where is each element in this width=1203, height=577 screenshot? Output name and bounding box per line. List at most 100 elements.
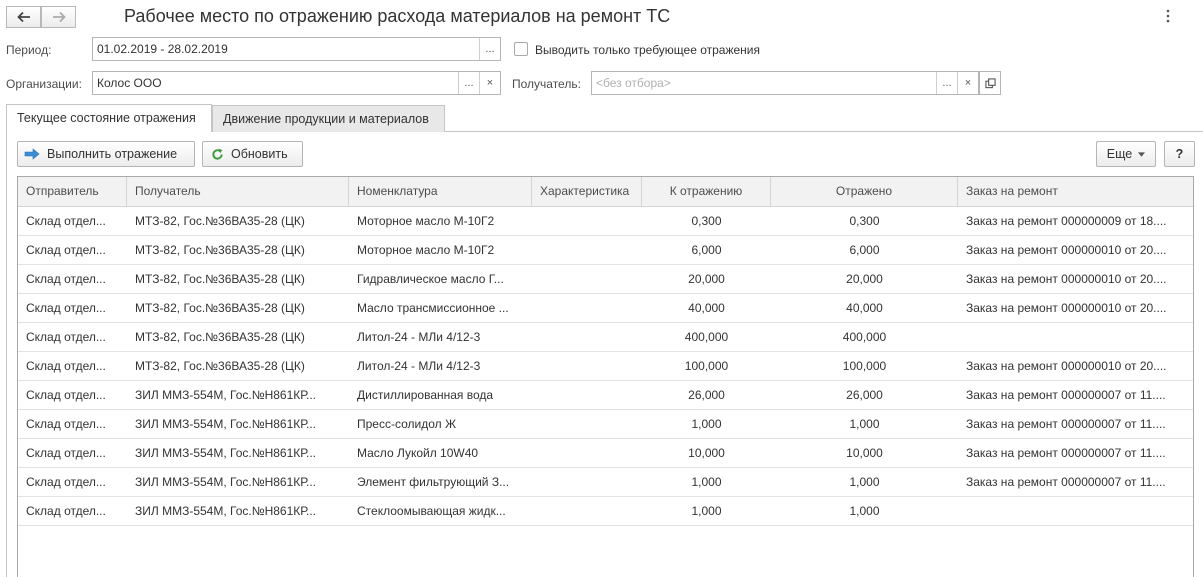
organization-clear-button[interactable]: × — [479, 72, 500, 94]
recipient-label: Получатель: — [512, 77, 581, 91]
reflection-table[interactable]: Отправитель Получатель Номенклатура Хара… — [17, 176, 1194, 577]
table-row[interactable]: Склад отдел... МТЗ-82, Гос.№36ВА35-28 (ЦК… — [18, 265, 1193, 294]
column-header-to-reflect[interactable]: К отражению — [642, 177, 771, 207]
cell-repair-order: Заказ на ремонт 000000007 от 11.... — [966, 475, 1166, 489]
cell-nomenclature: Литол-24 - МЛи 4/12-3 — [357, 330, 481, 344]
recipient-select-button[interactable]: ... — [936, 72, 957, 94]
period-field[interactable]: 01.02.2019 - 28.02.2019 ... — [92, 37, 501, 61]
table-row[interactable]: Склад отдел... МТЗ-82, Гос.№36ВА35-28 (ЦК… — [18, 352, 1193, 381]
column-header-reflected[interactable]: Отражено — [771, 177, 958, 207]
organization-value: Колос ООО — [97, 76, 162, 90]
cell-nomenclature: Гидравлическое масло Г... — [357, 272, 504, 286]
cell-reflected: 1,000 — [849, 475, 880, 489]
cell-sender: Склад отдел... — [26, 475, 106, 489]
cell-to-reflect: 100,000 — [684, 359, 729, 373]
open-window-icon — [984, 77, 996, 88]
cell-repair-order: Заказ на ремонт 000000010 от 20.... — [966, 243, 1167, 257]
cell-characteristic — [532, 207, 642, 235]
cell-repair-order: Заказ на ремонт 000000010 от 20.... — [966, 272, 1167, 286]
cell-characteristic — [532, 236, 642, 264]
tab-current-state[interactable]: Текущее состояние отражения — [6, 104, 212, 132]
arrow-left-icon — [16, 11, 30, 23]
execute-reflection-button[interactable]: Выполнить отражение — [17, 141, 195, 167]
cell-recipient: МТЗ-82, Гос.№36ВА35-28 (ЦК) — [135, 330, 305, 344]
cell-recipient: ЗИЛ ММЗ-554М, Гос.№Н861КР... — [135, 388, 316, 402]
cell-repair-order — [958, 497, 1194, 525]
organization-select-button[interactable]: ... — [458, 72, 479, 94]
cell-sender: Склад отдел... — [26, 272, 106, 286]
more-button[interactable]: Еще — [1096, 141, 1156, 167]
cell-sender: Склад отдел... — [26, 330, 106, 344]
organization-label: Организации: — [6, 77, 82, 91]
refresh-icon — [212, 148, 223, 160]
cell-sender: Склад отдел... — [26, 301, 106, 315]
cell-repair-order: Заказ на ремонт 000000010 от 20.... — [966, 359, 1167, 373]
cell-to-reflect: 20,000 — [688, 272, 725, 286]
cell-sender: Склад отдел... — [26, 446, 106, 460]
cell-nomenclature: Литол-24 - МЛи 4/12-3 — [357, 359, 481, 373]
period-value: 01.02.2019 - 28.02.2019 — [97, 42, 228, 56]
cell-to-reflect: 1,000 — [691, 504, 722, 518]
cell-to-reflect: 40,000 — [688, 301, 725, 315]
table-row[interactable]: Склад отдел... ЗИЛ ММЗ-554М, Гос.№Н861КР.… — [18, 410, 1193, 439]
cell-characteristic — [532, 381, 642, 409]
cell-recipient: ЗИЛ ММЗ-554М, Гос.№Н861КР... — [135, 475, 316, 489]
cell-reflected: 26,000 — [846, 388, 883, 402]
tab-products-movement[interactable]: Движение продукции и материалов — [212, 105, 445, 132]
arrow-right-icon — [24, 148, 40, 160]
cell-recipient: ЗИЛ ММЗ-554М, Гос.№Н861КР... — [135, 504, 316, 518]
cell-reflected: 20,000 — [846, 272, 883, 286]
cell-nomenclature: Масло трансмиссионное ... — [357, 301, 509, 315]
cell-to-reflect: 400,000 — [684, 330, 729, 344]
cell-nomenclature: Дистиллированная вода — [357, 388, 494, 402]
table-row[interactable]: Склад отдел... ЗИЛ ММЗ-554М, Гос.№Н861КР.… — [18, 497, 1193, 526]
forward-button[interactable] — [41, 6, 76, 28]
cell-sender: Склад отдел... — [26, 388, 106, 402]
column-header-sender[interactable]: Отправитель — [18, 177, 127, 207]
cell-nomenclature: Пресс-солидол Ж — [357, 417, 457, 431]
table-row[interactable]: Склад отдел... ЗИЛ ММЗ-554М, Гос.№Н861КР.… — [18, 381, 1193, 410]
cell-recipient: МТЗ-82, Гос.№36ВА35-28 (ЦК) — [135, 214, 305, 228]
table-row[interactable]: Склад отдел... МТЗ-82, Гос.№36ВА35-28 (ЦК… — [18, 323, 1193, 352]
cell-to-reflect: 1,000 — [691, 417, 722, 431]
cell-repair-order: Заказ на ремонт 000000007 от 11.... — [966, 446, 1166, 460]
table-row[interactable]: Склад отдел... МТЗ-82, Гос.№36ВА35-28 (ЦК… — [18, 207, 1193, 236]
cell-to-reflect: 26,000 — [688, 388, 725, 402]
cell-repair-order: Заказ на ремонт 000000007 от 11.... — [966, 388, 1166, 402]
only-required-label[interactable]: Выводить только требующее отражения — [535, 43, 760, 57]
cell-reflected: 1,000 — [849, 504, 880, 518]
column-header-repair-order[interactable]: Заказ на ремонт — [958, 177, 1194, 207]
cell-sender: Склад отдел... — [26, 243, 106, 257]
cell-sender: Склад отдел... — [26, 359, 106, 373]
table-row[interactable]: Склад отдел... ЗИЛ ММЗ-554М, Гос.№Н861КР.… — [18, 468, 1193, 497]
refresh-button[interactable]: Обновить — [202, 141, 303, 167]
table-row[interactable]: Склад отдел... МТЗ-82, Гос.№36ВА35-28 (ЦК… — [18, 294, 1193, 323]
cell-recipient: МТЗ-82, Гос.№36ВА35-28 (ЦК) — [135, 301, 305, 315]
cell-nomenclature: Масло Лукойл 10W40 — [357, 446, 479, 460]
cell-characteristic — [532, 265, 642, 293]
arrow-right-icon — [52, 11, 66, 23]
table-row[interactable]: Склад отдел... МТЗ-82, Гос.№36ВА35-28 (ЦК… — [18, 236, 1193, 265]
period-select-button[interactable]: ... — [479, 38, 500, 60]
column-header-characteristic[interactable]: Характеристика — [532, 177, 642, 207]
cell-to-reflect: 0,300 — [691, 214, 722, 228]
cell-reflected: 100,000 — [842, 359, 887, 373]
column-header-nomenclature[interactable]: Номенклатура — [349, 177, 532, 207]
period-label: Период: — [6, 43, 52, 57]
recipient-open-button[interactable] — [979, 71, 1001, 95]
cell-to-reflect: 1,000 — [691, 475, 722, 489]
only-required-checkbox[interactable] — [514, 42, 528, 56]
recipient-field[interactable]: <без отбора> ... × — [591, 71, 979, 95]
column-header-recipient[interactable]: Получатель — [127, 177, 349, 207]
page-title: Рабочее место по отражению расхода матер… — [124, 6, 671, 26]
back-button[interactable] — [6, 6, 41, 28]
recipient-clear-button[interactable]: × — [957, 72, 978, 94]
cell-to-reflect: 10,000 — [688, 446, 725, 460]
cell-characteristic — [532, 497, 642, 525]
organization-field[interactable]: Колос ООО ... × — [92, 71, 501, 95]
more-actions-icon[interactable] — [1161, 8, 1175, 24]
cell-characteristic — [532, 323, 642, 351]
table-row[interactable]: Склад отдел... ЗИЛ ММЗ-554М, Гос.№Н861КР.… — [18, 439, 1193, 468]
refresh-label: Обновить — [231, 147, 288, 161]
help-button[interactable]: ? — [1164, 141, 1195, 167]
